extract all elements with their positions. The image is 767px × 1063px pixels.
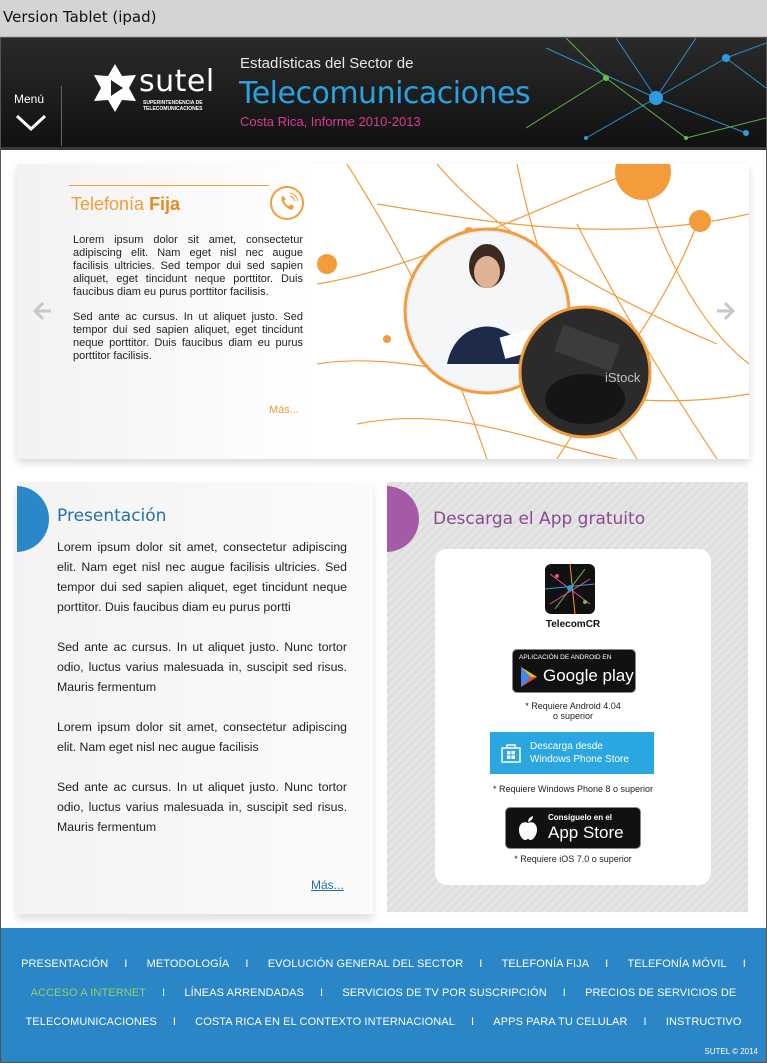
windows-phone-label: Descarga desde Windows Phone Store bbox=[530, 741, 629, 765]
nav-acceso-internet[interactable]: ACCESO A INTERNET bbox=[31, 987, 146, 999]
header-subtitle: Costa Rica, Informe 2010-2013 bbox=[240, 114, 421, 129]
nav-separator: I bbox=[479, 958, 483, 970]
windows-store-icon bbox=[501, 744, 521, 763]
ios-requirement: * Requiere iOS 7.0 o superior bbox=[514, 854, 632, 864]
presentation-body: Lorem ipsum dolor sit amet, consectetur … bbox=[57, 537, 347, 857]
nav-separator: I bbox=[643, 1016, 647, 1028]
header-title: Telecomunicaciones bbox=[239, 76, 531, 111]
presentation-paragraph: Lorem ipsum dolor sit amet, consectetur … bbox=[57, 720, 347, 754]
android-requirement: * Requiere Android 4.04 o superior bbox=[525, 701, 621, 721]
stock-watermark: iStock bbox=[605, 370, 641, 385]
arrow-left-icon[interactable] bbox=[29, 299, 53, 323]
presentation-more-link[interactable]: Más... bbox=[311, 878, 344, 892]
nav-telecomunicaciones[interactable]: TELECOMUNICACIONES bbox=[25, 1016, 156, 1028]
app-download-panel: Descarga el App gratuito TelecomCR APLIC… bbox=[387, 482, 748, 912]
chevron-down-icon bbox=[15, 114, 47, 132]
hero-slider: Telefonía Fija Lorem ipsum dolor sit ame… bbox=[17, 164, 749, 459]
nav-row-1: PRESENTACIÓN I METODOLOGÍA I EVOLUCIÓN GEN… bbox=[1, 958, 766, 970]
nav-lineas-arrendadas[interactable]: LÍNEAS ARRENDADAS bbox=[184, 987, 304, 999]
app-store-label: App Store bbox=[548, 823, 624, 842]
nav-separator: I bbox=[172, 1016, 176, 1028]
logo-wordmark: sutel bbox=[139, 64, 215, 99]
telecomcr-app-icon[interactable] bbox=[545, 564, 595, 614]
google-play-icon bbox=[521, 667, 537, 687]
nav-separator: I bbox=[245, 958, 249, 970]
nav-separator: I bbox=[562, 987, 566, 999]
nav-instructivo[interactable]: INSTRUCTIVO bbox=[666, 1016, 742, 1028]
phone-icon bbox=[270, 186, 304, 220]
hero-paragraph: Lorem ipsum dolor sit amet, consectetur … bbox=[73, 234, 303, 298]
windows-phone-button[interactable]: Descarga desde Windows Phone Store bbox=[490, 732, 654, 774]
presentation-paragraph: Sed ante ac cursus. In ut aliquet justo.… bbox=[57, 780, 347, 834]
nav-row-3: TELECOMUNICACIONES I COSTA RICA EN EL CON… bbox=[1, 1016, 766, 1028]
footer-nav: PRESENTACIÓN I METODOLOGÍA I EVOLUCIÓN GEN… bbox=[1, 928, 766, 1062]
nav-contexto-internacional[interactable]: COSTA RICA EN EL CONTEXTO INTERNACIONAL bbox=[195, 1016, 455, 1028]
nav-presentacion[interactable]: PRESENTACIÓN bbox=[21, 958, 108, 970]
nav-separator: I bbox=[320, 987, 324, 999]
sutel-logo[interactable]: sutel SUPERINTENDENCIA DE TELECOMUNICACI… bbox=[91, 60, 221, 120]
header-pretitle: Estadísticas del Sector de bbox=[240, 55, 414, 72]
windows-phone-requirement: * Requiere Windows Phone 8 o superior bbox=[492, 784, 654, 794]
version-tag-bar: Version Tablet (ipad) bbox=[0, 0, 767, 37]
nav-separator: I bbox=[124, 958, 128, 970]
nav-separator: I bbox=[742, 958, 746, 970]
sutel-star-icon bbox=[94, 64, 136, 112]
version-label: Version Tablet (ipad) bbox=[3, 8, 157, 26]
section-dot bbox=[387, 486, 419, 552]
nav-telefonia-fija[interactable]: TELEFONÍA FIJA bbox=[502, 958, 590, 970]
nav-separator: I bbox=[162, 987, 166, 999]
network-graphic bbox=[526, 38, 766, 140]
nav-row-2: ACCESO A INTERNET I LÍNEAS ARRENDADAS I SE… bbox=[1, 987, 766, 999]
app-store-button[interactable]: Consíguelo en el App Store bbox=[505, 807, 641, 849]
nav-evolucion-general[interactable]: EVOLUCIÓN GENERAL DEL SECTOR bbox=[268, 958, 464, 970]
nav-telefonia-movil[interactable]: TELEFONÍA MÓVIL bbox=[627, 958, 726, 970]
presentation-panel: Presentación Lorem ipsum dolor sit amet,… bbox=[17, 482, 373, 914]
hero-paragraph: Sed ante ac cursus. In ut aliquet justo.… bbox=[73, 311, 303, 362]
presentation-paragraph: Lorem ipsum dolor sit amet, consectetur … bbox=[57, 540, 347, 614]
google-play-caption: APLICACIÓN DE ANDROID EN bbox=[519, 654, 612, 661]
section-dot bbox=[17, 486, 49, 552]
hero-title: Telefonía Fija bbox=[71, 194, 181, 214]
copyright: SUTEL © 2014 bbox=[704, 1047, 758, 1056]
hero-body: Lorem ipsum dolor sit amet, consectetur … bbox=[73, 234, 303, 375]
app-title: Descarga el App gratuito bbox=[433, 509, 646, 529]
hero-text-panel: Telefonía Fija Lorem ipsum dolor sit ame… bbox=[17, 164, 317, 459]
app-store-caption: Consíguelo en el bbox=[548, 813, 613, 822]
nav-separator: I bbox=[605, 958, 609, 970]
site-header: Menú sutel SUPERINTENDENCIA DE TELECOMUN… bbox=[1, 38, 766, 150]
nav-metodologia[interactable]: METODOLOGÍA bbox=[147, 958, 230, 970]
nav-separator: I bbox=[470, 1016, 475, 1028]
google-play-button[interactable]: APLICACIÓN DE ANDROID EN Google play bbox=[512, 649, 636, 693]
app-name: TelecomCR bbox=[545, 619, 601, 630]
tablet-frame: Menú sutel SUPERINTENDENCIA DE TELECOMUN… bbox=[0, 37, 767, 1063]
presentation-title: Presentación bbox=[57, 506, 167, 526]
menu-label: Menú bbox=[14, 92, 45, 106]
arrow-right-icon[interactable] bbox=[715, 299, 739, 323]
google-play-label: Google play bbox=[543, 666, 634, 685]
nav-apps-celular[interactable]: APPS PARA TU CELULAR bbox=[493, 1016, 627, 1028]
nav-precios-servicios[interactable]: PRECIOS DE SERVICIOS DE bbox=[585, 987, 736, 999]
hero-more-link[interactable]: Más... bbox=[269, 404, 299, 416]
apple-icon bbox=[519, 816, 537, 840]
logo-subtitle: SUPERINTENDENCIA DE TELECOMUNICACIONES bbox=[143, 100, 203, 112]
nav-servicios-tv[interactable]: SERVICIOS DE TV POR SUSCRIPCIÓN bbox=[342, 987, 546, 999]
app-card: TelecomCR APLICACIÓN DE ANDROID EN Googl… bbox=[435, 549, 711, 885]
title-rule bbox=[69, 185, 269, 186]
presentation-paragraph: Sed ante ac cursus. In ut aliquet justo.… bbox=[57, 640, 347, 694]
menu-button[interactable]: Menú bbox=[1, 86, 62, 146]
